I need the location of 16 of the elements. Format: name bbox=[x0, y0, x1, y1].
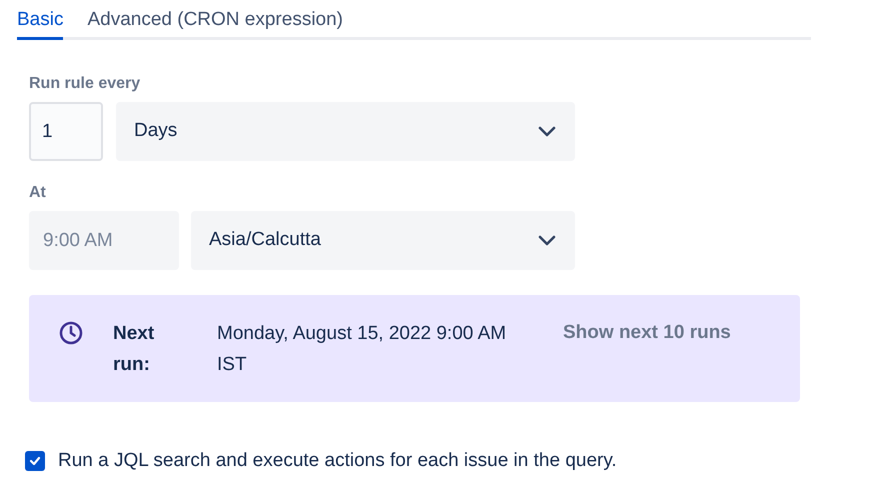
next-run-label: Next run: bbox=[113, 322, 156, 377]
show-runs-link[interactable]: Show next 10 runs bbox=[563, 317, 731, 348]
next-run-date: Monday, August 15, 2022 9:00 AM IST bbox=[217, 322, 508, 377]
timezone-select[interactable]: Asia/Calcutta bbox=[191, 211, 575, 270]
chevron-down-icon bbox=[537, 234, 557, 246]
tab[interactable]: Basic bbox=[17, 0, 64, 40]
tab[interactable]: Advanced (CRON expression) bbox=[87, 0, 344, 40]
field-label: Run rule every bbox=[29, 74, 140, 94]
number-field[interactable]: 1 bbox=[29, 102, 103, 161]
chevron-down-icon bbox=[537, 126, 557, 138]
field-label: At bbox=[29, 183, 46, 203]
unit-select[interactable]: Days bbox=[116, 102, 575, 161]
checkbox[interactable] bbox=[25, 451, 45, 472]
checkbox-label: Run a JQL search and execute actions for each issue in the query. bbox=[58, 449, 617, 473]
time-field[interactable]: 9:00 AM bbox=[29, 211, 179, 270]
clock-icon bbox=[59, 321, 83, 345]
